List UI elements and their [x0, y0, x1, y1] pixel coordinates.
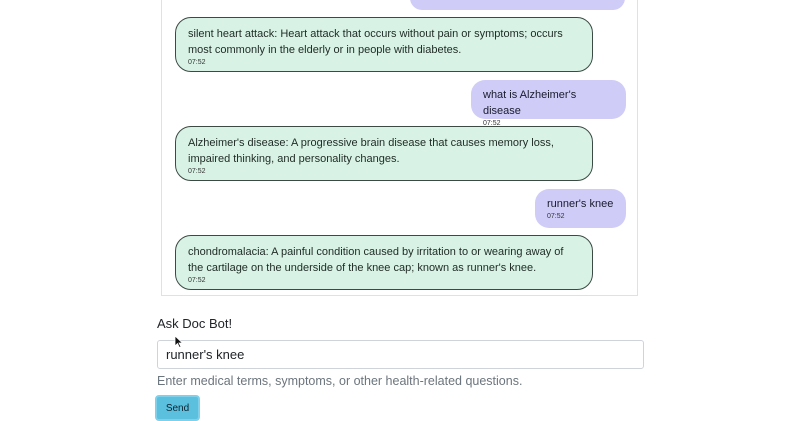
message-text: silent heart attack: Heart attack that o… — [188, 28, 563, 56]
chat-message-user-partial — [410, 0, 625, 10]
chat-message-user: what is Alzheimer's disease 07:52 — [471, 80, 626, 127]
chat-message-bot: silent heart attack: Heart attack that o… — [175, 17, 593, 72]
message-time: 07:52 — [188, 59, 206, 66]
message-time: 07:52 — [188, 277, 206, 284]
mouse-pointer-icon — [174, 335, 184, 349]
chat-message-user: runner's knee 07:52 — [535, 189, 626, 228]
message-text: runner's knee — [547, 198, 614, 210]
query-input[interactable] — [157, 340, 644, 369]
message-text: what is Alzheimer's disease — [483, 89, 577, 117]
message-text: chondromalacia: A painful condition caus… — [188, 246, 564, 274]
send-button[interactable]: Send — [155, 395, 200, 421]
message-text: Alzheimer's disease: A progressive brain… — [188, 137, 554, 165]
help-text: Enter medical terms, symptoms, or other … — [157, 374, 523, 388]
message-time: 07:52 — [547, 213, 565, 220]
chat-message-bot: chondromalacia: A painful condition caus… — [175, 235, 593, 290]
message-time: 07:52 — [188, 168, 206, 175]
ask-label: Ask Doc Bot! — [157, 316, 233, 331]
chat-message-bot: Alzheimer's disease: A progressive brain… — [175, 126, 593, 181]
